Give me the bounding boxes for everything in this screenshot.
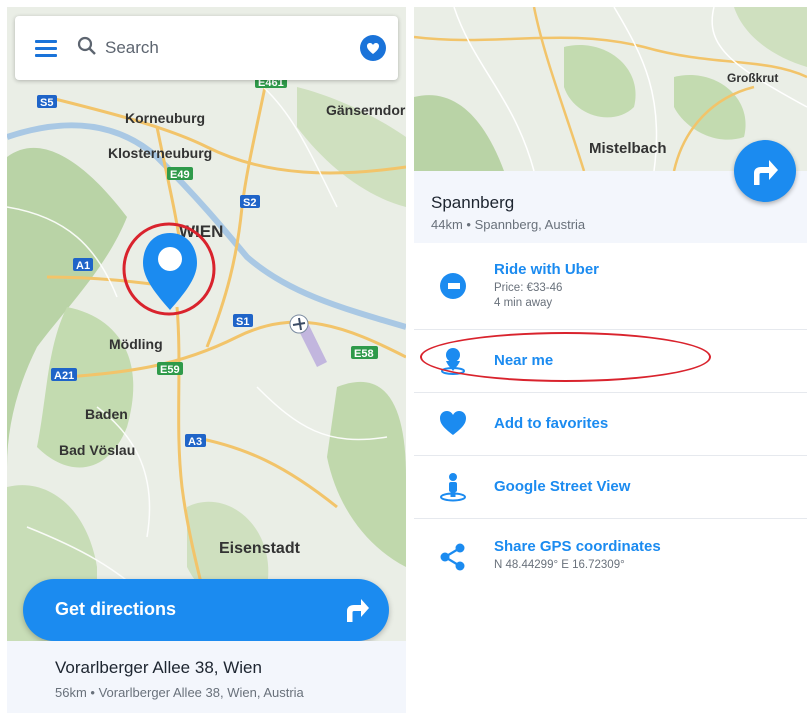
- share-icon: [440, 543, 465, 571]
- map-label-grosskrut: Großkrut: [727, 71, 778, 85]
- action-share-gps-coordinates[interactable]: Share GPS coordinates N 48.44299° E 16.7…: [414, 518, 807, 598]
- uber-eta: 4 min away: [494, 297, 553, 309]
- svg-text:E58: E58: [354, 348, 374, 360]
- get-directions-label: Get directions: [55, 599, 177, 619]
- map-label-mistelbach: Mistelbach: [589, 140, 667, 157]
- action-google-street-view[interactable]: Google Street View: [414, 455, 807, 519]
- get-directions-button[interactable]: Get directions: [23, 579, 389, 641]
- map-label-bad-voeslau: Bad Vöslau: [59, 442, 135, 458]
- favorites-heart-button[interactable]: [360, 35, 386, 61]
- airport-icon: [289, 314, 309, 334]
- address-subtitle: 56km • Vorarlberger Allee 38, Wien, Aust…: [55, 685, 304, 700]
- heart-icon: [440, 411, 466, 435]
- map-screen: Korneuburg Gänserndor Klosterneuburg WIE…: [7, 7, 406, 713]
- road-shield-a21: A21: [51, 368, 77, 382]
- road-shield-a3: A3: [185, 434, 206, 448]
- near-me-highlight-ellipse: [420, 332, 711, 382]
- turn-right-arrow-icon: [347, 599, 369, 622]
- address-title: Vorarlberger Allee 38, Wien: [55, 658, 262, 677]
- map-label-eisenstadt: Eisenstadt: [219, 540, 301, 557]
- map-label-baden: Baden: [85, 406, 128, 422]
- action-label: Ride with Uber: [494, 261, 600, 278]
- road-shield-s2: S2: [240, 195, 260, 209]
- navigate-fab-button[interactable]: [734, 140, 796, 202]
- place-title: Spannberg: [431, 193, 515, 212]
- action-label: Share GPS coordinates: [494, 538, 661, 555]
- map-label-korneuburg: Korneuburg: [125, 110, 205, 126]
- map-label-gaenserndorf: Gänserndor: [326, 102, 406, 118]
- svg-text:A1: A1: [76, 260, 90, 272]
- road-shield-e59: E59: [157, 362, 183, 376]
- road-shield-e49: E49: [167, 167, 193, 181]
- hamburger-menu-icon[interactable]: [35, 40, 57, 57]
- road-shield-s5: S5: [37, 95, 57, 109]
- road-shield-s1: S1: [233, 314, 253, 328]
- uber-icon: [440, 273, 466, 299]
- svg-text:S5: S5: [40, 97, 53, 109]
- search-icon: [77, 36, 96, 55]
- action-label: Add to favorites: [494, 415, 609, 432]
- street-view-icon: [440, 473, 466, 502]
- svg-text:S2: S2: [243, 197, 256, 209]
- gps-coordinates: N 48.44299° E 16.72309°: [494, 559, 625, 571]
- svg-text:A3: A3: [188, 436, 202, 448]
- map-view[interactable]: Korneuburg Gänserndor Klosterneuburg WIE…: [7, 7, 406, 641]
- map-label-klosterneuburg: Klosterneuburg: [108, 145, 212, 161]
- address-card[interactable]: Vorarlberger Allee 38, Wien 56km • Vorar…: [7, 641, 406, 713]
- search-bar[interactable]: Search: [15, 16, 398, 80]
- place-detail-screen: Großkrut Mistelbach Spannberg 44km • Spa…: [414, 7, 807, 713]
- road-shield-a1: A1: [73, 258, 93, 272]
- action-ride-with-uber[interactable]: Ride with Uber Price: €33-46 4 min away: [414, 243, 807, 330]
- uber-price: Price: €33-46: [494, 282, 563, 294]
- heart-icon: [367, 43, 379, 54]
- action-add-to-favorites[interactable]: Add to favorites: [414, 392, 807, 456]
- svg-text:E59: E59: [160, 364, 180, 376]
- map-label-moedling: Mödling: [109, 336, 163, 352]
- place-subtitle: 44km • Spannberg, Austria: [431, 217, 586, 232]
- svg-text:A21: A21: [54, 370, 74, 382]
- svg-text:E49: E49: [170, 169, 190, 181]
- action-label: Google Street View: [494, 478, 631, 495]
- svg-text:S1: S1: [236, 316, 249, 328]
- turn-right-arrow-icon: [754, 160, 778, 185]
- road-shield-e58: E58: [351, 346, 378, 360]
- search-input[interactable]: Search: [105, 38, 159, 58]
